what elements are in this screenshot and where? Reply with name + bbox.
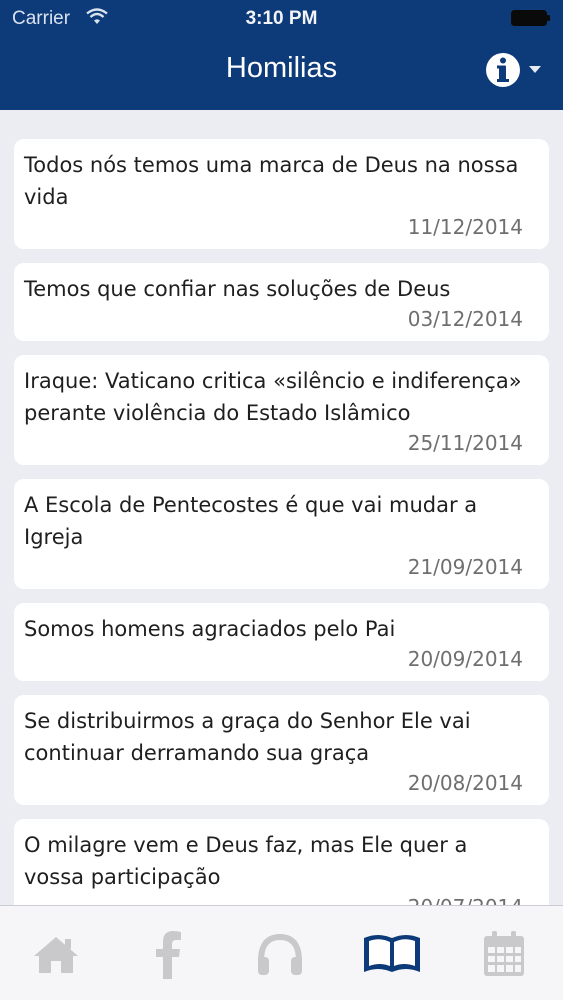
tab-home[interactable] — [0, 924, 112, 984]
tab-audio[interactable] — [224, 924, 336, 984]
homily-title: Iraque: Vaticano critica «silêncio e ind… — [24, 369, 522, 425]
tab-calendar[interactable] — [448, 924, 560, 984]
homily-list-item[interactable]: Temos que confiar nas soluções de Deus 03… — [14, 263, 549, 341]
headphones-icon — [258, 933, 302, 975]
homily-date: 21/09/2014 — [407, 555, 523, 579]
homily-list-item[interactable]: A Escola de Pentecostes é que vai mudar … — [14, 479, 549, 589]
battery-icon — [511, 10, 551, 26]
homily-date: 03/12/2014 — [407, 307, 523, 331]
homily-list-item[interactable]: Se distribuirmos a graça do Senhor Ele v… — [14, 695, 549, 805]
homily-list-item[interactable]: Iraque: Vaticano critica «silêncio e ind… — [14, 355, 549, 465]
homily-date: 11/12/2014 — [407, 215, 523, 239]
homily-title: Temos que confiar nas soluções de Deus — [24, 277, 451, 301]
status-bar: Carrier 3:10 PM — [0, 0, 563, 38]
home-icon — [34, 937, 78, 973]
info-menu-button[interactable] — [485, 50, 547, 92]
homily-list-item[interactable]: O milagre vem e Deus faz, mas Ele quer a… — [14, 819, 549, 905]
homily-date: 20/08/2014 — [407, 771, 523, 795]
homily-title: A Escola de Pentecostes é que vai mudar … — [24, 493, 478, 549]
calendar-icon — [484, 931, 524, 976]
homily-title: Somos homens agraciados pelo Pai — [24, 617, 396, 641]
tab-facebook[interactable] — [112, 924, 224, 984]
facebook-icon — [156, 931, 181, 979]
homily-list[interactable]: Todos nós temos uma marca de Deus na nos… — [0, 110, 563, 905]
page-title: Homilias — [225, 52, 338, 84]
status-time: 3:10 PM — [245, 8, 318, 29]
homily-date: 20/09/2014 — [407, 647, 523, 671]
homily-date: 25/11/2014 — [407, 431, 523, 455]
homily-title: Se distribuirmos a graça do Senhor Ele v… — [24, 709, 471, 765]
homily-title: O milagre vem e Deus faz, mas Ele quer a… — [24, 833, 468, 889]
homily-list-item[interactable]: Somos homens agraciados pelo Pai 20/09/20… — [14, 603, 549, 681]
chevron-down-icon — [529, 66, 541, 73]
homily-date: 20/07/2014 — [24, 893, 523, 905]
homily-list-item[interactable]: Todos nós temos uma marca de Deus na nos… — [14, 139, 549, 249]
tab-homilies[interactable] — [336, 924, 448, 984]
book-icon — [364, 935, 420, 972]
tab-bar — [0, 905, 563, 1000]
navigation-header: Carrier 3:10 PM Homilias — [0, 0, 563, 110]
info-circle-icon — [486, 53, 520, 87]
homily-title: Todos nós temos uma marca de Deus na nos… — [24, 153, 519, 209]
